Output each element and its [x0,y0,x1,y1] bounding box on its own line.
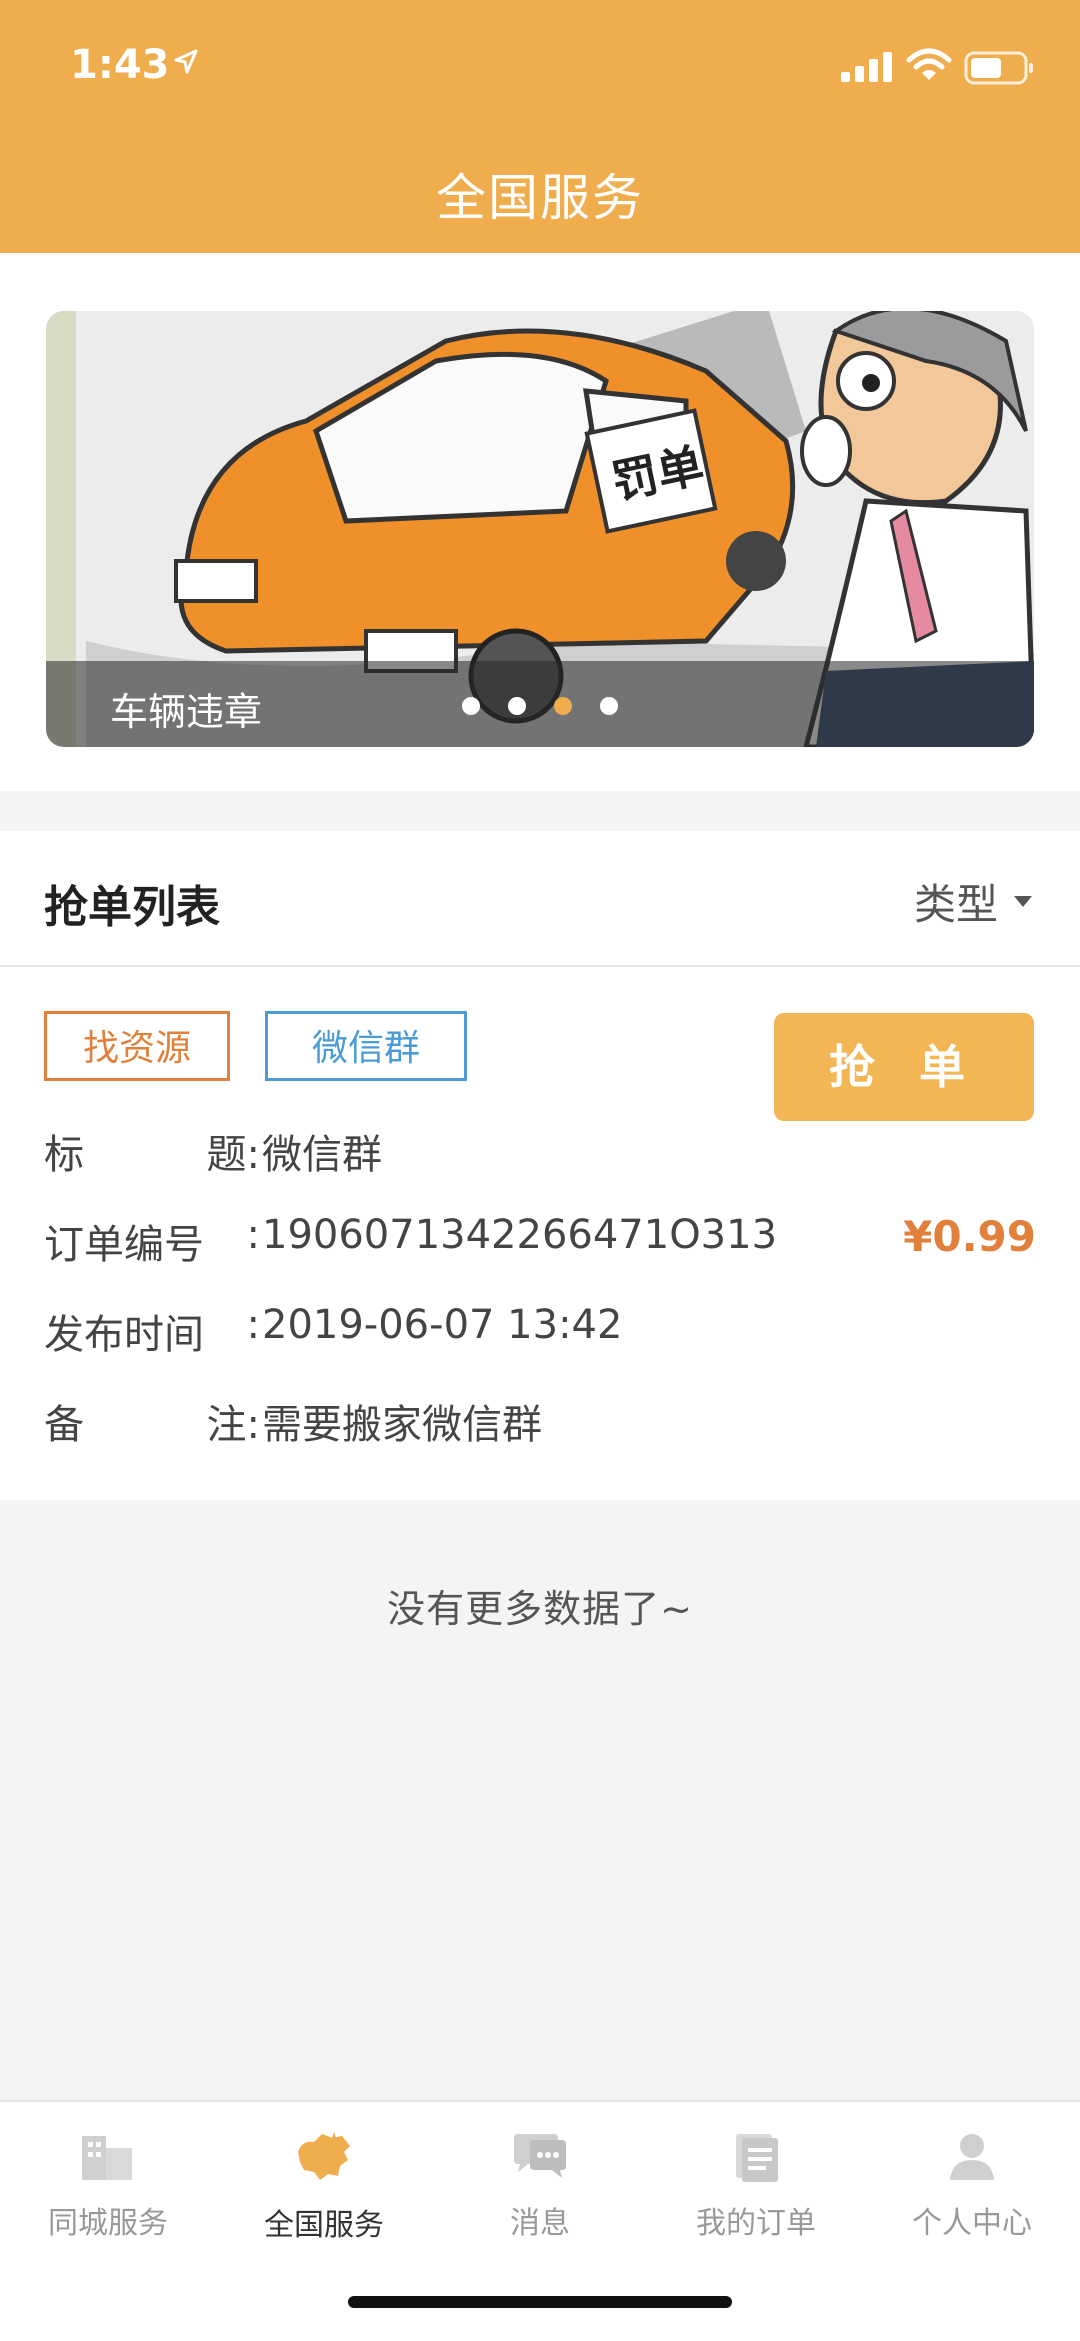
wifi-icon [906,48,952,80]
orders-icon [736,2134,778,2182]
order-price: ¥0.99 [903,1212,1036,1261]
field-value-publish-time: 2019-06-07 13:42 [262,1302,623,1348]
no-more-data-text: 没有更多数据了~ [387,1587,693,1631]
battery-icon [964,51,1033,85]
field-order-number-row: 订单编号: 1906071342266471O313 [44,1212,777,1270]
tab-my-orders[interactable]: 我的订单 [648,2130,864,2242]
field-value-remark: 需要搬家微信群 [262,1402,542,1448]
field-value-title: 微信群 [262,1132,382,1178]
message-icon [514,2134,566,2178]
field-label: 发布时间: [44,1302,260,1358]
carousel-dot-4[interactable] [600,697,618,715]
carousel-dot-3-active[interactable] [554,697,572,715]
tab-label: 全国服务 [264,2208,384,2243]
tag-find-resource: 找资源 [44,1011,230,1081]
tab-profile[interactable]: 个人中心 [864,2130,1080,2242]
banner-caption: 车辆违章 [110,690,263,734]
field-publish-time-row: 发布时间: 2019-06-07 13:42 [44,1302,622,1360]
tab-label: 同城服务 [48,2206,168,2241]
banner-section: 罚单 车辆违章 [0,253,1080,791]
user-icon [950,2134,994,2180]
carousel-dot-2[interactable] [508,697,526,715]
carousel-dot-1[interactable] [462,697,480,715]
tab-national-service[interactable]: 全国服务 [216,2130,432,2244]
china-map-icon [298,2132,350,2180]
tab-label: 个人中心 [912,2206,1032,2241]
banner-caption-bar: 车辆违章 [46,661,1034,747]
list-header: 抢单列表 类型 [0,831,1080,967]
cellular-signal-icon [841,52,892,82]
order-card[interactable]: 找资源 微信群 抢 单 标题: 微信群 订单编号: 19060713422664… [0,967,1080,1500]
home-indicator[interactable] [348,2296,732,2308]
type-filter-label: 类型 [913,880,998,929]
field-value-order-number: 1906071342266471O313 [262,1212,778,1258]
status-time: 1:43 [70,42,170,88]
banner-carousel[interactable]: 罚单 车辆违章 [46,311,1034,747]
app-header: 1:43 全国服务 [0,0,1080,253]
grab-order-button[interactable]: 抢 单 [774,1013,1034,1121]
list-title: 抢单列表 [44,882,220,933]
type-filter-dropdown[interactable]: 类型 [914,871,1032,932]
field-label: 标题: [44,1132,260,1178]
tab-city-service[interactable]: 同城服务 [0,2130,216,2242]
caret-down-icon [1014,896,1032,907]
tab-label: 我的订单 [696,2206,816,2241]
city-buildings-icon [82,2136,132,2180]
field-remark-row: 备注: 需要搬家微信群 [44,1392,542,1450]
field-label: 备注: [44,1402,260,1448]
tab-label: 消息 [510,2206,570,2241]
field-title-row: 标题: 微信群 [44,1122,382,1180]
page-title: 全国服务 [436,169,644,227]
location-arrow-icon [174,49,198,74]
tab-messages[interactable]: 消息 [432,2130,648,2242]
field-label: 订单编号: [44,1212,260,1268]
tag-wechat-group: 微信群 [265,1011,467,1081]
